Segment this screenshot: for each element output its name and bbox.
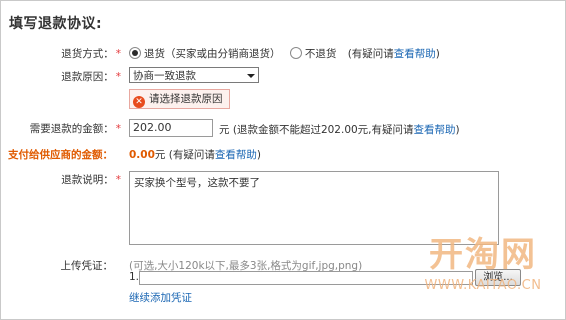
supplier-amount: 0.00元 (有疑问请查看帮助) — [129, 149, 261, 161]
error-icon: ✕ — [133, 96, 145, 108]
help-link[interactable]: 查看帮助 — [414, 124, 456, 136]
radio-no-return[interactable]: 不退货 — [289, 47, 336, 60]
refund-form-panel: 填写退款协议: 退货方式： * 退货（买家或由分销商退货） 不退货 (有疑问请查看… — [0, 0, 566, 320]
return-method-options: 退货（买家或由分销商退货） 不退货 (有疑问请查看帮助) — [129, 46, 440, 61]
upload-index: 1. — [129, 271, 140, 283]
return-method-help: (有疑问请查看帮助) — [347, 48, 440, 60]
supplier-amount-label: 支付给供应商的金额： — [8, 149, 113, 161]
add-more-evidence-link[interactable]: 继续添加凭证 — [129, 290, 192, 305]
supplier-amount-value: 0.00 — [129, 149, 155, 161]
description-label: 退款说明： * — [61, 174, 121, 186]
refund-amount-input[interactable]: 202.00 — [129, 119, 213, 137]
radio-checked-icon[interactable] — [129, 47, 141, 59]
watermark-logo: 开淘网 — [429, 235, 537, 275]
help-link[interactable]: 查看帮助 — [215, 149, 257, 161]
help-link[interactable]: 查看帮助 — [394, 48, 436, 60]
refund-amount-note: 元 (退款金额不能超过202.00元,有疑问请查看帮助) — [219, 124, 460, 136]
upload-label: 上传凭证： — [60, 260, 114, 272]
watermark-url: WWW.KAITAO.CN — [424, 278, 542, 293]
radio-unchecked-icon[interactable] — [289, 47, 302, 59]
return-method-label: 退货方式： * — [61, 48, 121, 60]
refund-reason-select[interactable]: 协商一致退款 — [129, 67, 259, 83]
radio-return[interactable]: 退货（买家或由分销商退货） — [129, 47, 281, 60]
refund-reason-error: ✕ 请选择退款原因 — [129, 89, 230, 109]
watermark: 开淘网 WWW.KAITAO.CN — [409, 227, 557, 293]
refund-amount-label: 需要退款的金额： * — [29, 123, 121, 135]
refund-reason-label: 退款原因： * — [61, 71, 121, 83]
chevron-down-icon — [247, 74, 255, 78]
form-title: 填写退款协议: — [9, 16, 103, 32]
